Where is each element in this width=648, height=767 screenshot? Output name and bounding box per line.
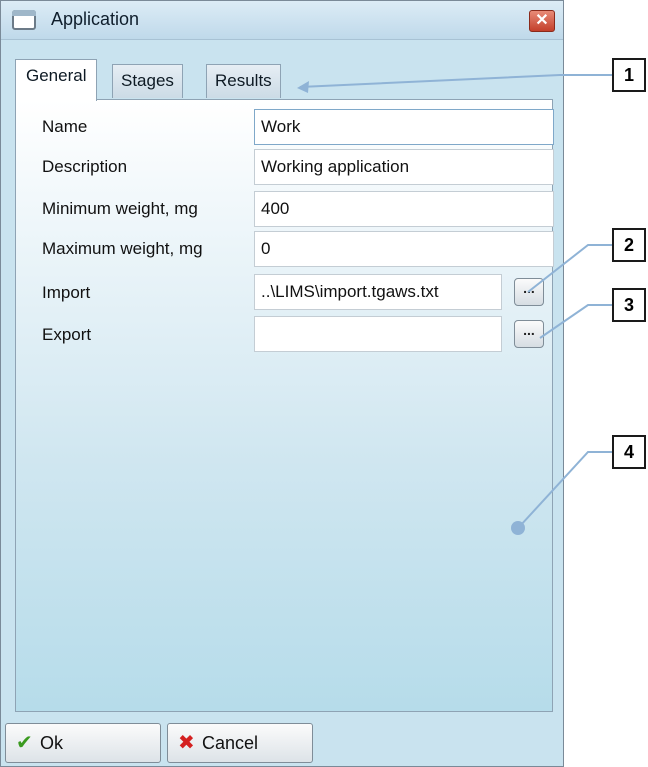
callout-arrowhead-1 [297,81,309,93]
callout-line-3 [539,304,612,339]
callout-2: 2 [612,228,646,262]
callout-dot-4 [511,521,525,535]
callout-3: 3 [612,288,646,322]
callout-lines [297,74,612,535]
callout-4: 4 [612,435,646,469]
callout-1: 1 [612,58,646,92]
callout-line-2 [527,244,612,293]
callout-line-4 [519,451,612,527]
tab-general[interactable]: General [15,59,98,101]
callout-line-1 [299,74,612,88]
